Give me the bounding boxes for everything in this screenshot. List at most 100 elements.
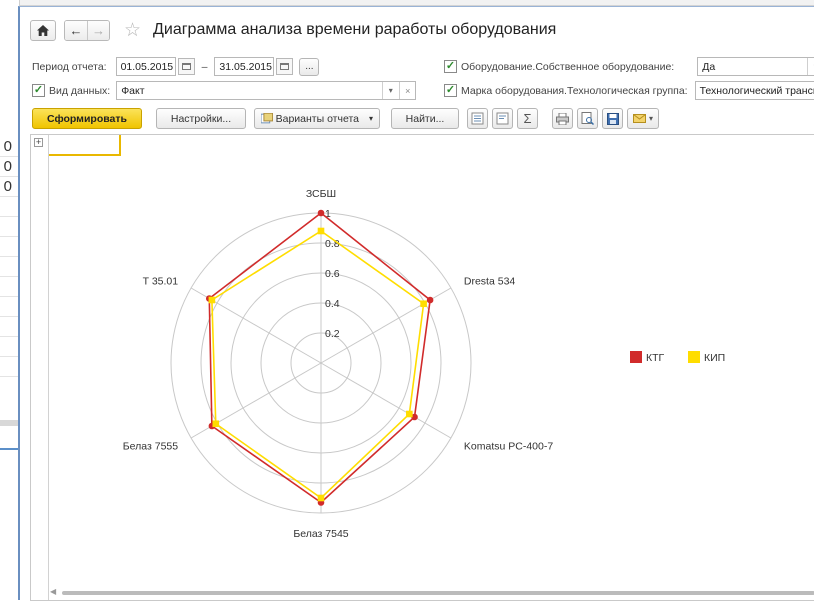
data-point-kip bbox=[317, 227, 325, 235]
date-from-calendar-button[interactable] bbox=[177, 58, 195, 75]
envelope-icon bbox=[632, 114, 646, 123]
scrollbar-thumb[interactable] bbox=[62, 591, 814, 595]
own-equipment-value: Да bbox=[702, 60, 716, 73]
own-equipment-select[interactable]: Да ▾ bbox=[697, 57, 814, 76]
grid-spoke bbox=[320, 362, 452, 439]
date-to-field[interactable]: 31.05.2015 bbox=[214, 57, 275, 76]
page-title: Диаграмма анализа времени раработы обору… bbox=[153, 21, 557, 38]
expand-groups-icon bbox=[471, 112, 484, 125]
print-button[interactable] bbox=[552, 108, 573, 129]
calendar-icon bbox=[181, 63, 191, 70]
own-equipment-checkbox[interactable]: ✓ bbox=[444, 60, 457, 73]
category-label: T 35.01 bbox=[143, 276, 179, 288]
sum-icon: Σ bbox=[523, 111, 532, 126]
radial-tick-label: 0.6 bbox=[325, 268, 340, 280]
radar-tick-labels: 0.20.40.60.81 bbox=[325, 208, 340, 340]
period-dash: – bbox=[201, 60, 208, 73]
chart-legend: КТГ КИП bbox=[630, 351, 725, 364]
radar-grid bbox=[170, 212, 472, 514]
report-variants-icon bbox=[261, 113, 273, 124]
back-button[interactable]: ← bbox=[65, 20, 87, 40]
period-row: Период отчета: 01.05.2015 – 31.05.2015 .… bbox=[32, 57, 320, 76]
category-label: ЗСБШ bbox=[306, 188, 336, 200]
data-point-ktg bbox=[317, 209, 325, 217]
date-from-field[interactable]: 01.05.2015 bbox=[115, 57, 176, 76]
data-point-kip bbox=[212, 420, 220, 428]
background-scrollbar bbox=[0, 420, 20, 426]
data-type-checkbox[interactable]: ✓ bbox=[32, 84, 45, 97]
group-checkbox[interactable]: ✓ bbox=[444, 84, 457, 97]
generate-button[interactable]: Сформировать bbox=[32, 108, 142, 129]
chevron-down-icon: ▾ bbox=[648, 114, 653, 123]
history-nav: ← → bbox=[64, 19, 110, 41]
save-icon bbox=[606, 112, 619, 125]
legend-swatch bbox=[688, 351, 700, 363]
radar-chart: 0.20.40.60.81 ЗСБШDresta 534Komatsu PC-4… bbox=[123, 188, 725, 540]
category-label: Dresta 534 bbox=[464, 276, 516, 288]
own-equipment-label: Оборудование.Собственное оборудование: bbox=[461, 60, 675, 73]
chevron-down-icon: ▾ bbox=[368, 114, 373, 123]
preview-icon bbox=[581, 112, 594, 125]
find-button[interactable]: Найти... bbox=[391, 108, 459, 129]
print-icon bbox=[556, 112, 569, 125]
scroll-left-icon[interactable]: ◀ bbox=[50, 587, 56, 596]
title-bar: ← → ☆ Диаграмма анализа времени раработы… bbox=[30, 16, 556, 44]
own-equipment-row: ✓ Оборудование.Собственное оборудование:… bbox=[444, 57, 814, 76]
chevron-down-icon[interactable]: ▾ bbox=[382, 82, 399, 99]
category-label: Komatsu PC-400-7 bbox=[464, 441, 553, 453]
arrow-left-icon: ← bbox=[69, 22, 83, 38]
collapse-groups-button[interactable] bbox=[492, 108, 513, 129]
data-point-kip bbox=[208, 296, 216, 304]
legend-label: КТГ bbox=[646, 352, 665, 364]
report-window: ← → ☆ Диаграмма анализа времени раработы… bbox=[18, 6, 814, 601]
report-variants-label: Варианты отчета bbox=[275, 112, 359, 125]
data-type-value: Факт bbox=[121, 84, 145, 97]
data-type-row: ✓ Вид данных: Факт ▾ × bbox=[32, 81, 417, 100]
home-icon bbox=[37, 24, 49, 36]
data-type-label: Вид данных: bbox=[49, 84, 111, 97]
data-point-kip bbox=[406, 410, 413, 418]
legend-label: КИП bbox=[704, 352, 725, 364]
background-number: 0 bbox=[3, 138, 12, 155]
grouping-column: + bbox=[31, 135, 49, 600]
sum-button[interactable]: Σ bbox=[517, 108, 538, 129]
home-button[interactable] bbox=[30, 19, 56, 41]
horizontal-scrollbar[interactable]: ◀ bbox=[50, 587, 814, 596]
period-label: Период отчета: bbox=[32, 60, 107, 73]
expand-groups-button[interactable] bbox=[467, 108, 488, 129]
favorite-star-icon[interactable]: ☆ bbox=[124, 21, 141, 40]
background-spreadsheet: 0 0 0 bbox=[0, 0, 20, 600]
legend-swatch bbox=[630, 351, 642, 363]
report-variants-button[interactable]: Варианты отчета ▾ bbox=[254, 108, 380, 129]
group-field[interactable]: Технологический транспорт; bbox=[694, 81, 814, 100]
date-to-calendar-button[interactable] bbox=[276, 58, 294, 75]
send-email-button[interactable]: ▾ bbox=[627, 108, 659, 129]
chevron-down-icon[interactable]: ▾ bbox=[807, 58, 814, 75]
calendar-icon bbox=[280, 63, 290, 70]
group-label: Марка оборудования.Технологическая групп… bbox=[461, 84, 688, 97]
category-label: Белаз 7555 bbox=[123, 441, 178, 453]
clear-icon[interactable]: × bbox=[399, 82, 416, 99]
data-point-kip bbox=[317, 494, 325, 502]
radial-tick-label: 0.4 bbox=[325, 298, 340, 310]
background-number: 0 bbox=[3, 178, 12, 195]
preview-button[interactable] bbox=[577, 108, 598, 129]
toolbar: Сформировать Настройки... Варианты отчет… bbox=[32, 108, 659, 129]
period-select-button[interactable]: ... bbox=[299, 57, 320, 76]
radar-series bbox=[205, 209, 434, 506]
series-line-ktg bbox=[208, 211, 431, 504]
group-row: ✓ Марка оборудования.Технологическая гру… bbox=[444, 81, 814, 100]
expand-plus-icon[interactable]: + bbox=[34, 138, 43, 147]
category-label: Белаз 7545 bbox=[293, 528, 348, 540]
data-type-select[interactable]: Факт ▾ × bbox=[116, 81, 417, 100]
report-area: + 0.2 0.4 0.6 0.8 1 ЗСБШ Dresta 534 Komatsu PC… bbox=[30, 134, 814, 601]
arrow-right-icon: → bbox=[92, 22, 105, 38]
data-point-kip bbox=[420, 300, 427, 308]
save-button[interactable] bbox=[602, 108, 623, 129]
settings-button[interactable]: Настройки... bbox=[156, 108, 246, 129]
data-point-ktg bbox=[426, 296, 434, 304]
background-number: 0 bbox=[3, 158, 12, 175]
forward-button[interactable]: → bbox=[87, 20, 109, 40]
radial-tick-label: 0.2 bbox=[325, 328, 340, 340]
collapse-groups-icon bbox=[496, 112, 509, 125]
